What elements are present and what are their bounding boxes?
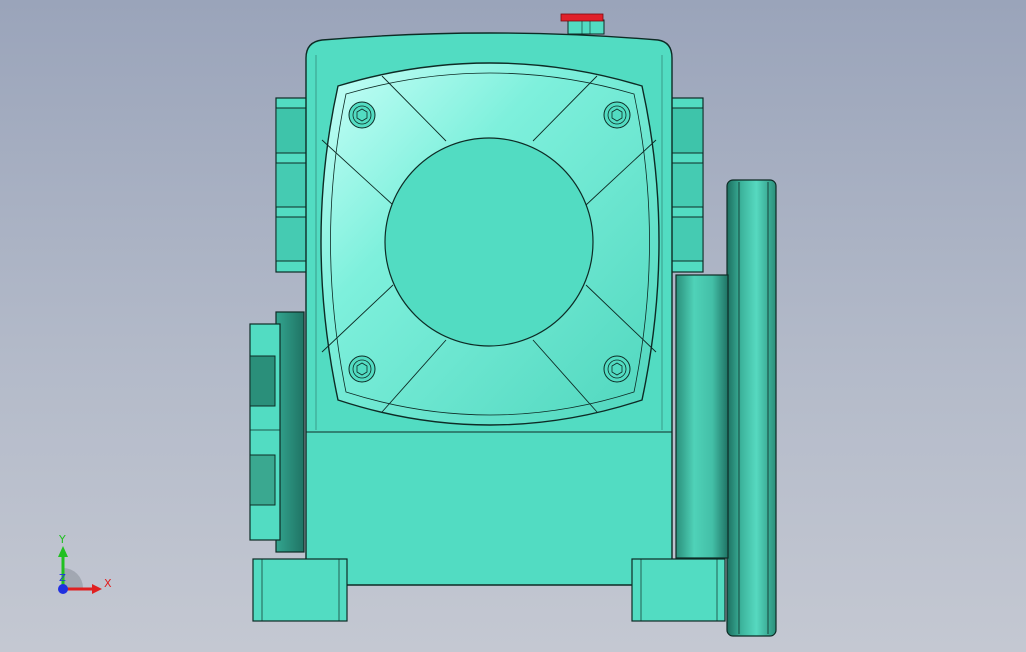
vent-plug[interactable] xyxy=(560,13,605,35)
y-axis-arrowhead xyxy=(58,546,68,557)
cover-bolt xyxy=(603,355,631,383)
z-axis-label: Z xyxy=(59,573,66,584)
axis-triad xyxy=(58,546,102,594)
cover-bolt xyxy=(348,355,376,383)
cad-3d-viewport[interactable]: Y X Z xyxy=(0,0,1026,652)
y-axis-label: Y xyxy=(59,533,66,546)
cover-bolt xyxy=(348,101,376,129)
input-flange[interactable] xyxy=(249,311,305,553)
gear-reducer-model[interactable] xyxy=(0,0,1026,652)
right-side-bosses[interactable] xyxy=(670,97,704,273)
mounting-foot-left[interactable] xyxy=(252,558,348,622)
left-side-bosses[interactable] xyxy=(275,97,309,273)
output-hub[interactable] xyxy=(675,274,729,559)
x-axis-arrowhead xyxy=(92,584,102,594)
output-flange[interactable] xyxy=(726,179,777,637)
mounting-foot-right[interactable] xyxy=(631,558,726,622)
cover-bolt xyxy=(603,101,631,129)
x-axis-label: X xyxy=(104,577,112,590)
z-axis-dot xyxy=(58,584,68,594)
